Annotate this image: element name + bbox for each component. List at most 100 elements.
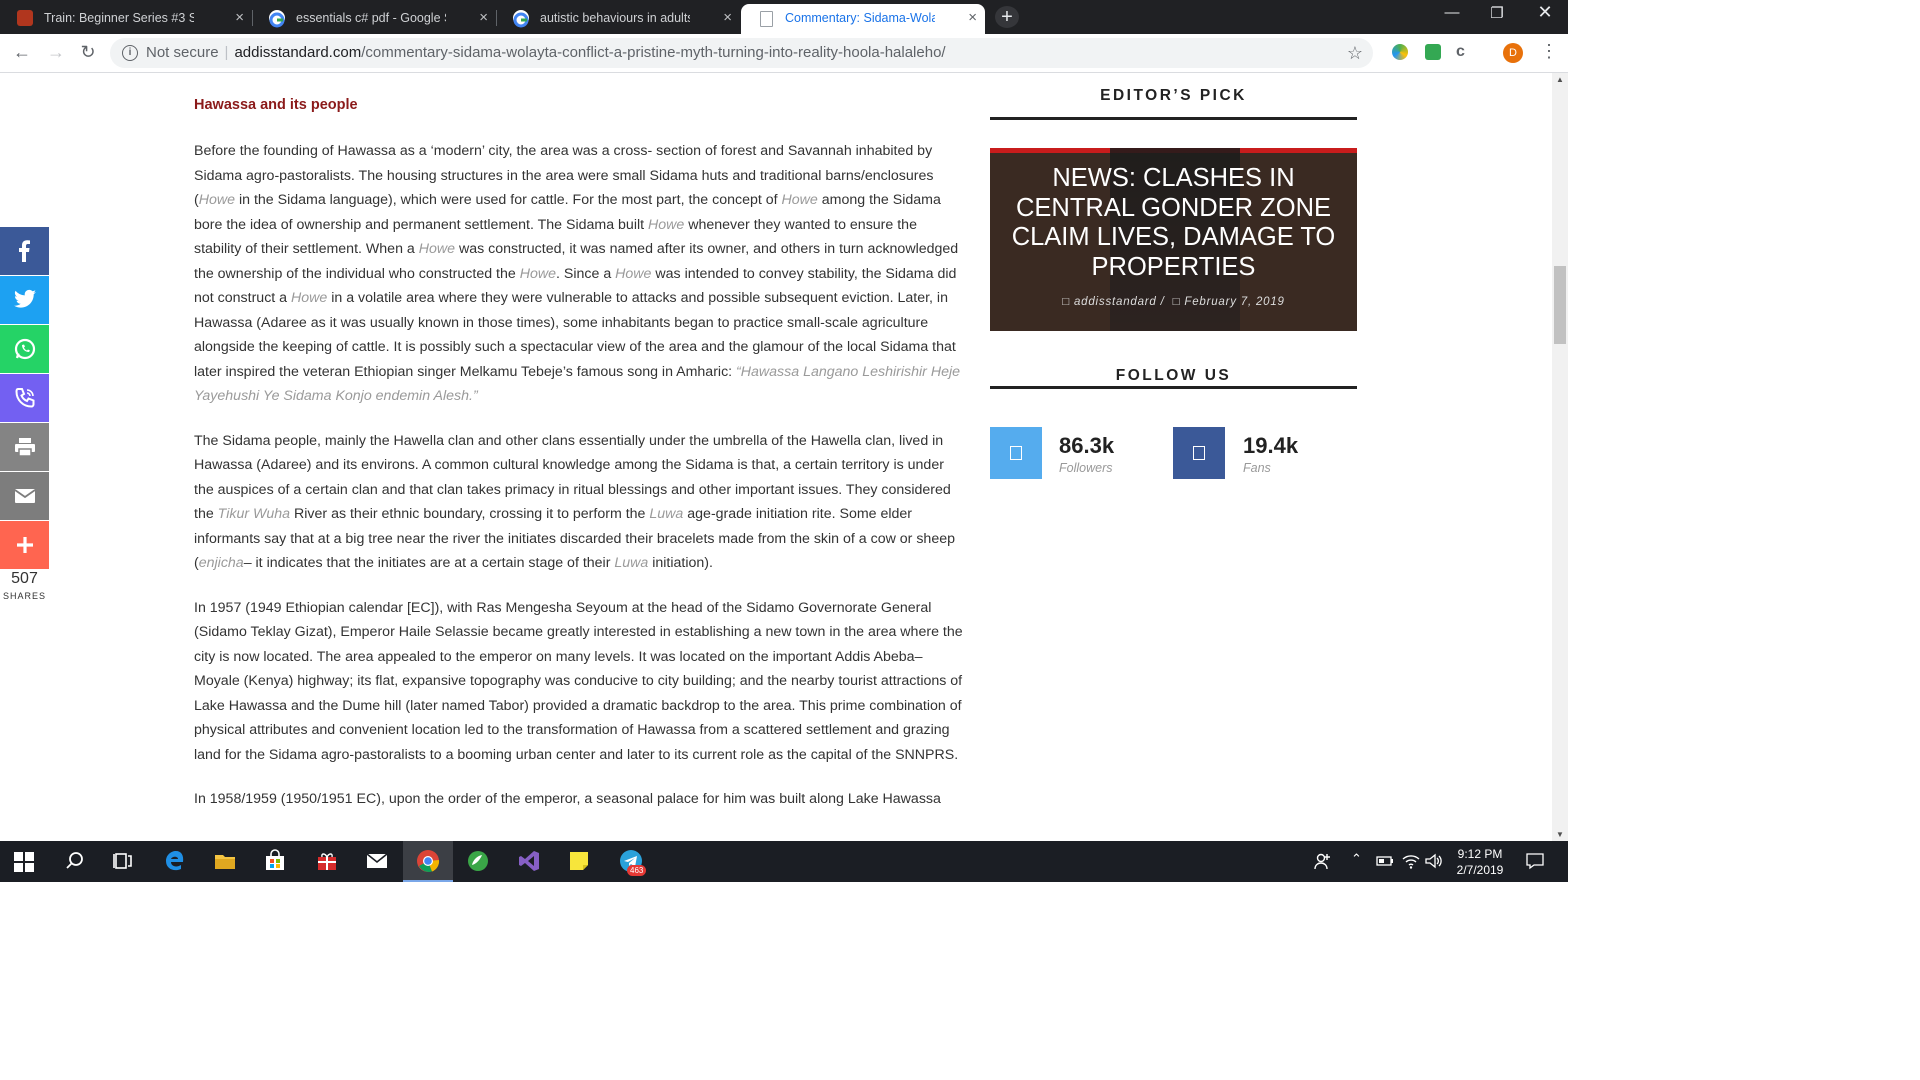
page-favicon-icon <box>760 11 773 27</box>
pick-date: February 7, 2019 <box>1184 296 1285 308</box>
italic-term: “Hawassa Langano Leshirishir Heje Yayehu… <box>194 363 961 405</box>
browser-menu-icon[interactable]: ⋮ <box>1540 41 1558 62</box>
reload-icon[interactable]: ↻ <box>76 42 100 63</box>
facebook-label: Fans <box>1243 461 1271 475</box>
minimize-icon[interactable]: — <box>1437 4 1467 21</box>
search-icon[interactable] <box>63 849 87 873</box>
pick-headline[interactable]: NEWS: CLASHES IN CENTRAL GONDER ZONE CLA… <box>1008 164 1339 282</box>
tab-codewars[interactable]: Train: Beginner Series #3 Sum of × <box>0 4 252 34</box>
address-bar[interactable]: i Not secure | addisstandard.com/commentary… <box>110 38 1373 68</box>
profile-avatar[interactable]: D <box>1503 43 1523 63</box>
share-more-button[interactable] <box>0 521 49 569</box>
twitter-follow-button[interactable] <box>990 427 1042 479</box>
action-center-icon[interactable] <box>1525 849 1545 873</box>
sticky-notes-icon[interactable] <box>567 849 591 873</box>
italic-term: Howe <box>615 265 652 282</box>
google-favicon-icon <box>269 10 285 28</box>
visual-studio-icon[interactable] <box>517 849 541 873</box>
paragraph: The Sidama people, mainly the Hawella cl… <box>194 432 955 572</box>
page-scrollbar[interactable]: ▲ ▼ <box>1552 73 1568 841</box>
store-icon[interactable] <box>263 849 287 873</box>
tab-close-icon[interactable]: × <box>968 4 977 32</box>
extension-icon[interactable]: c <box>1456 44 1472 60</box>
google-favicon-icon <box>513 10 529 28</box>
show-hidden-icons-icon[interactable]: ⌃ <box>1351 851 1362 867</box>
plus-icon <box>17 537 33 553</box>
security-label: Not secure <box>146 44 219 61</box>
divider <box>990 117 1357 120</box>
italic-term: Tikur Wuha <box>217 506 291 522</box>
browser-toolbar: ← → ↻ i Not secure | addisstandard.com/comm… <box>0 34 1568 73</box>
extension-icon[interactable] <box>1392 44 1408 60</box>
italic-term: Howe <box>519 265 557 282</box>
editors-pick-heading: EDITOR’S PICK <box>1100 87 1247 104</box>
app-leaf-icon[interactable] <box>466 849 490 873</box>
facebook-follow-button[interactable] <box>1173 427 1225 479</box>
tab-close-icon[interactable]: × <box>235 4 244 32</box>
author-icon: □ <box>1062 296 1070 308</box>
system-clock[interactable]: 9:12 PM 2/7/2019 <box>1440 846 1520 878</box>
clock-date: 2/7/2019 <box>1456 863 1504 877</box>
italic-term: Howe <box>781 192 818 208</box>
italic-term: Howe <box>648 216 685 233</box>
tab-close-icon[interactable]: × <box>479 4 488 32</box>
divider <box>990 386 1357 389</box>
facebook-icon <box>19 240 30 262</box>
share-email-button[interactable] <box>0 472 49 520</box>
scroll-up-icon[interactable]: ▲ <box>1552 75 1568 84</box>
restore-icon[interactable]: ❐ <box>1482 4 1512 22</box>
chrome-icon <box>417 850 440 872</box>
forward-icon[interactable]: → <box>44 42 68 63</box>
wifi-icon[interactable] <box>1401 849 1421 873</box>
extension-icon[interactable] <box>1425 44 1441 60</box>
url-path: /commentary-sidama-wolayta-conflict-a-pr… <box>361 44 946 61</box>
back-icon[interactable]: ← <box>10 42 34 63</box>
task-view-icon[interactable] <box>111 849 135 873</box>
paragraph: In 1958/1959 (1950/1951 EC), upon the or… <box>194 791 941 807</box>
tab-title: autistic behaviours in adults - Go <box>540 11 690 25</box>
share-count: 507 <box>11 570 38 587</box>
gift-icon[interactable] <box>315 849 339 873</box>
tab-title: essentials c# pdf - Google Search <box>296 11 446 25</box>
tab-addisstandard[interactable]: Commentary: Sidama-Wolayta co × <box>741 4 985 34</box>
web-page: Hawassa and its people Before the foundi… <box>0 73 1552 841</box>
email-icon <box>14 489 36 503</box>
facebook-icon <box>1193 446 1205 460</box>
print-icon <box>15 438 35 457</box>
battery-icon[interactable] <box>1375 849 1395 873</box>
share-viber-button[interactable] <box>0 374 49 422</box>
tab-google-essentials[interactable]: essentials c# pdf - Google Search × <box>252 4 496 34</box>
telegram-badge: 463 <box>627 865 647 876</box>
italic-term: enjicha <box>198 555 244 571</box>
mail-icon[interactable] <box>365 849 389 873</box>
editors-pick-card[interactable]: NEWS: CLASHES IN CENTRAL GONDER ZONE CLA… <box>990 148 1357 331</box>
print-button[interactable] <box>0 423 49 471</box>
chrome-taskbar-button[interactable] <box>403 841 453 882</box>
tab-google-autistic[interactable]: autistic behaviours in adults - Go × <box>496 4 740 34</box>
meta-separator: / <box>1160 296 1165 308</box>
whatsapp-icon <box>14 338 36 360</box>
italic-term: Howe <box>198 192 236 208</box>
share-twitter-button[interactable] <box>0 276 49 324</box>
twitter-icon <box>14 289 36 308</box>
new-tab-button[interactable]: + <box>995 6 1019 28</box>
close-window-icon[interactable]: ✕ <box>1530 2 1560 23</box>
people-icon[interactable] <box>1313 849 1333 873</box>
bookmark-star-icon[interactable]: ☆ <box>1347 38 1363 68</box>
twitter-count: 86.3k <box>1059 433 1115 458</box>
scrollbar-thumb[interactable] <box>1554 266 1566 344</box>
paragraph: In 1957 (1949 Ethiopian calendar [EC]), … <box>194 599 963 763</box>
share-label: SHARES <box>2 591 46 601</box>
pick-author[interactable]: addisstandard <box>1074 296 1157 308</box>
paragraph: Before the founding of Hawassa as a ‘mod… <box>194 143 961 405</box>
tab-close-icon[interactable]: × <box>723 4 732 32</box>
file-explorer-icon[interactable] <box>213 849 237 873</box>
edge-icon[interactable] <box>163 849 187 873</box>
share-facebook-button[interactable] <box>0 227 49 275</box>
article-body: Hawassa and its people Before the foundi… <box>194 73 964 812</box>
scroll-down-icon[interactable]: ▼ <box>1552 830 1568 839</box>
windows-start-icon[interactable] <box>14 852 34 872</box>
info-icon[interactable]: i <box>122 45 138 62</box>
share-whatsapp-button[interactable] <box>0 325 49 373</box>
follow-us-heading: FOLLOW US <box>1115 367 1232 384</box>
